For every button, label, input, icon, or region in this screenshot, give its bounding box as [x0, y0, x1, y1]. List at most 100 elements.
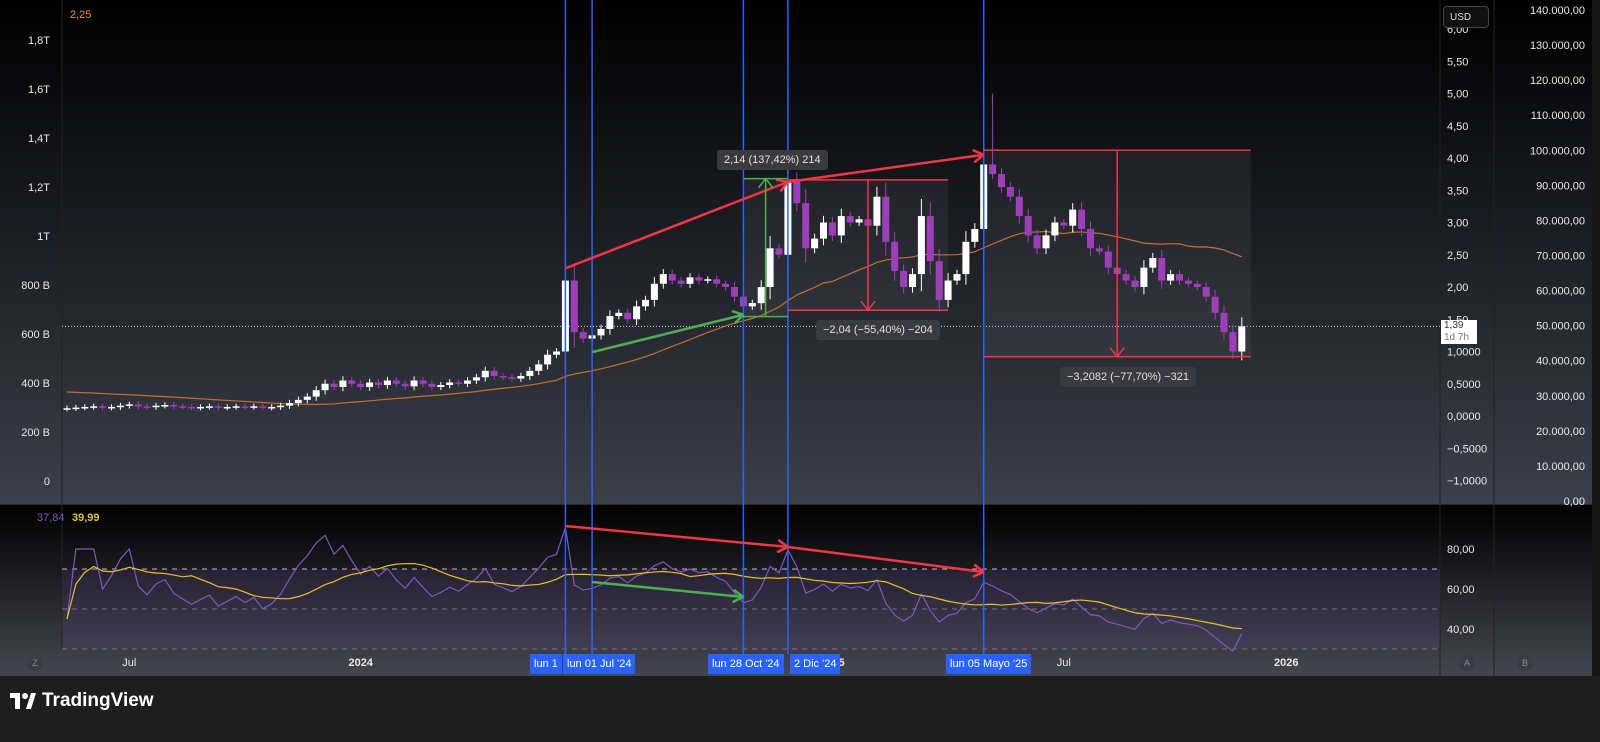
chart-canvas[interactable]: 0 200 B 400 B 600 B 800 B 1T 1,2T 1,4T 1,6T 1,8T −…	[0, 0, 1600, 742]
outer-axis-tick: 60.000,00	[1536, 286, 1585, 298]
candle-body	[624, 312, 632, 320]
time-axis-tick: Jul	[1057, 657, 1071, 669]
candle-body	[1078, 209, 1086, 229]
candle-body	[668, 274, 676, 281]
left-axis-tick: 0	[44, 476, 50, 488]
rsi-value: 37,84	[37, 512, 65, 524]
candle-body	[855, 219, 863, 223]
candle-body	[873, 196, 881, 226]
candle-body	[1006, 187, 1014, 197]
candle-body	[277, 405, 285, 408]
candle-body	[535, 364, 543, 371]
candle-body	[152, 405, 160, 408]
candle-body	[731, 287, 738, 297]
inner-axis-tick: −0,5000	[1447, 443, 1487, 455]
candle-body	[1104, 251, 1112, 268]
candle-body	[971, 228, 979, 242]
rsi-axis-tick: 60,00	[1447, 584, 1475, 596]
candle-body	[286, 403, 293, 406]
candle-body	[526, 370, 534, 377]
candle-body	[499, 376, 507, 378]
candle-body	[348, 380, 356, 384]
candle-body	[508, 377, 516, 379]
candle-body	[241, 406, 249, 408]
candle-body	[259, 406, 267, 408]
overlay-value: 2,25	[70, 9, 92, 21]
candle-body	[989, 164, 997, 175]
inner-axis-tick: 2,00	[1447, 282, 1468, 294]
rsi-axis-tick: 80,00	[1447, 544, 1475, 556]
outer-axis-tick: 90.000,00	[1536, 180, 1585, 192]
candle-body	[72, 407, 80, 410]
left-axis-tick: 1,8T	[28, 35, 50, 47]
candle-body	[1069, 209, 1077, 226]
candle-body	[597, 328, 605, 336]
candle-body	[197, 406, 204, 409]
candle-body	[214, 406, 222, 408]
candle-body	[419, 380, 427, 384]
candle-body	[606, 316, 614, 329]
candle-body	[437, 385, 445, 387]
candle-body	[1176, 274, 1183, 281]
candle-body	[713, 279, 721, 284]
candle-body	[223, 406, 231, 409]
candle-body	[570, 280, 578, 333]
measure-label-up: 2,14 (137,42%) 214	[717, 150, 828, 170]
tradingview-logo[interactable]: TradingView	[10, 690, 154, 712]
candle-body	[1140, 267, 1148, 287]
candle-body	[722, 283, 730, 287]
measure-label-down-1: −2,04 (−55,40%) −204	[816, 320, 940, 340]
candle-body	[757, 287, 765, 304]
auto-scale-b-button[interactable]: B	[1517, 655, 1533, 671]
candle-body	[1087, 228, 1094, 249]
candle-body	[232, 406, 240, 408]
candle-body	[321, 383, 329, 391]
outer-axis-tick: 120.000,00	[1530, 75, 1585, 87]
candle-body	[553, 351, 560, 355]
currency-button[interactable]: USD	[1443, 6, 1489, 28]
candle-body	[1095, 248, 1103, 252]
candle-body	[909, 274, 916, 287]
time-marker-label: lun 28 Oct '24	[708, 654, 784, 674]
candle-body	[383, 380, 391, 386]
candle-body	[1122, 274, 1130, 281]
left-axis-tick: 1,6T	[28, 84, 50, 96]
candle-body	[481, 370, 489, 378]
outer-axis-tick: 10.000,00	[1536, 461, 1585, 473]
candle-body	[375, 382, 382, 386]
outer-axis-tick: 100.000,00	[1530, 145, 1585, 157]
candle-body	[579, 332, 587, 339]
candle-body	[1220, 312, 1228, 333]
candle-body	[81, 406, 89, 409]
candle-body	[766, 248, 774, 287]
time-axis-tick: 2026	[1274, 657, 1298, 669]
candle-body	[472, 377, 480, 381]
candle-body	[659, 274, 667, 284]
candle-body	[490, 370, 498, 377]
candle-body	[917, 216, 925, 275]
candle-body	[828, 222, 836, 236]
candle-body	[1015, 196, 1023, 217]
inner-axis-tick: 0,0000	[1447, 411, 1481, 423]
candle-body	[677, 280, 685, 284]
inner-axis-tick: 4,50	[1447, 121, 1468, 133]
candle-body	[837, 216, 845, 236]
candle-body	[1193, 283, 1201, 287]
candle-body	[704, 279, 712, 281]
time-axis-tick: Jul	[122, 657, 136, 669]
candle-body	[401, 383, 409, 387]
candle-body	[544, 354, 552, 365]
inner-axis-tick: 5,50	[1447, 56, 1468, 68]
candle-body	[268, 406, 276, 409]
candle-body	[1238, 326, 1246, 352]
candle-body	[953, 274, 961, 281]
candle-body	[811, 238, 819, 249]
auto-scale-a-button[interactable]: A	[1459, 655, 1475, 671]
candle-body	[205, 406, 213, 408]
left-axis-tick: 400 B	[21, 378, 50, 390]
auto-scale-z-button[interactable]: Z	[27, 655, 43, 671]
candle-body	[846, 216, 854, 223]
candle-body	[410, 380, 418, 387]
candle-body	[695, 277, 703, 281]
time-marker-label: lun 01 Jul '24	[563, 654, 636, 674]
